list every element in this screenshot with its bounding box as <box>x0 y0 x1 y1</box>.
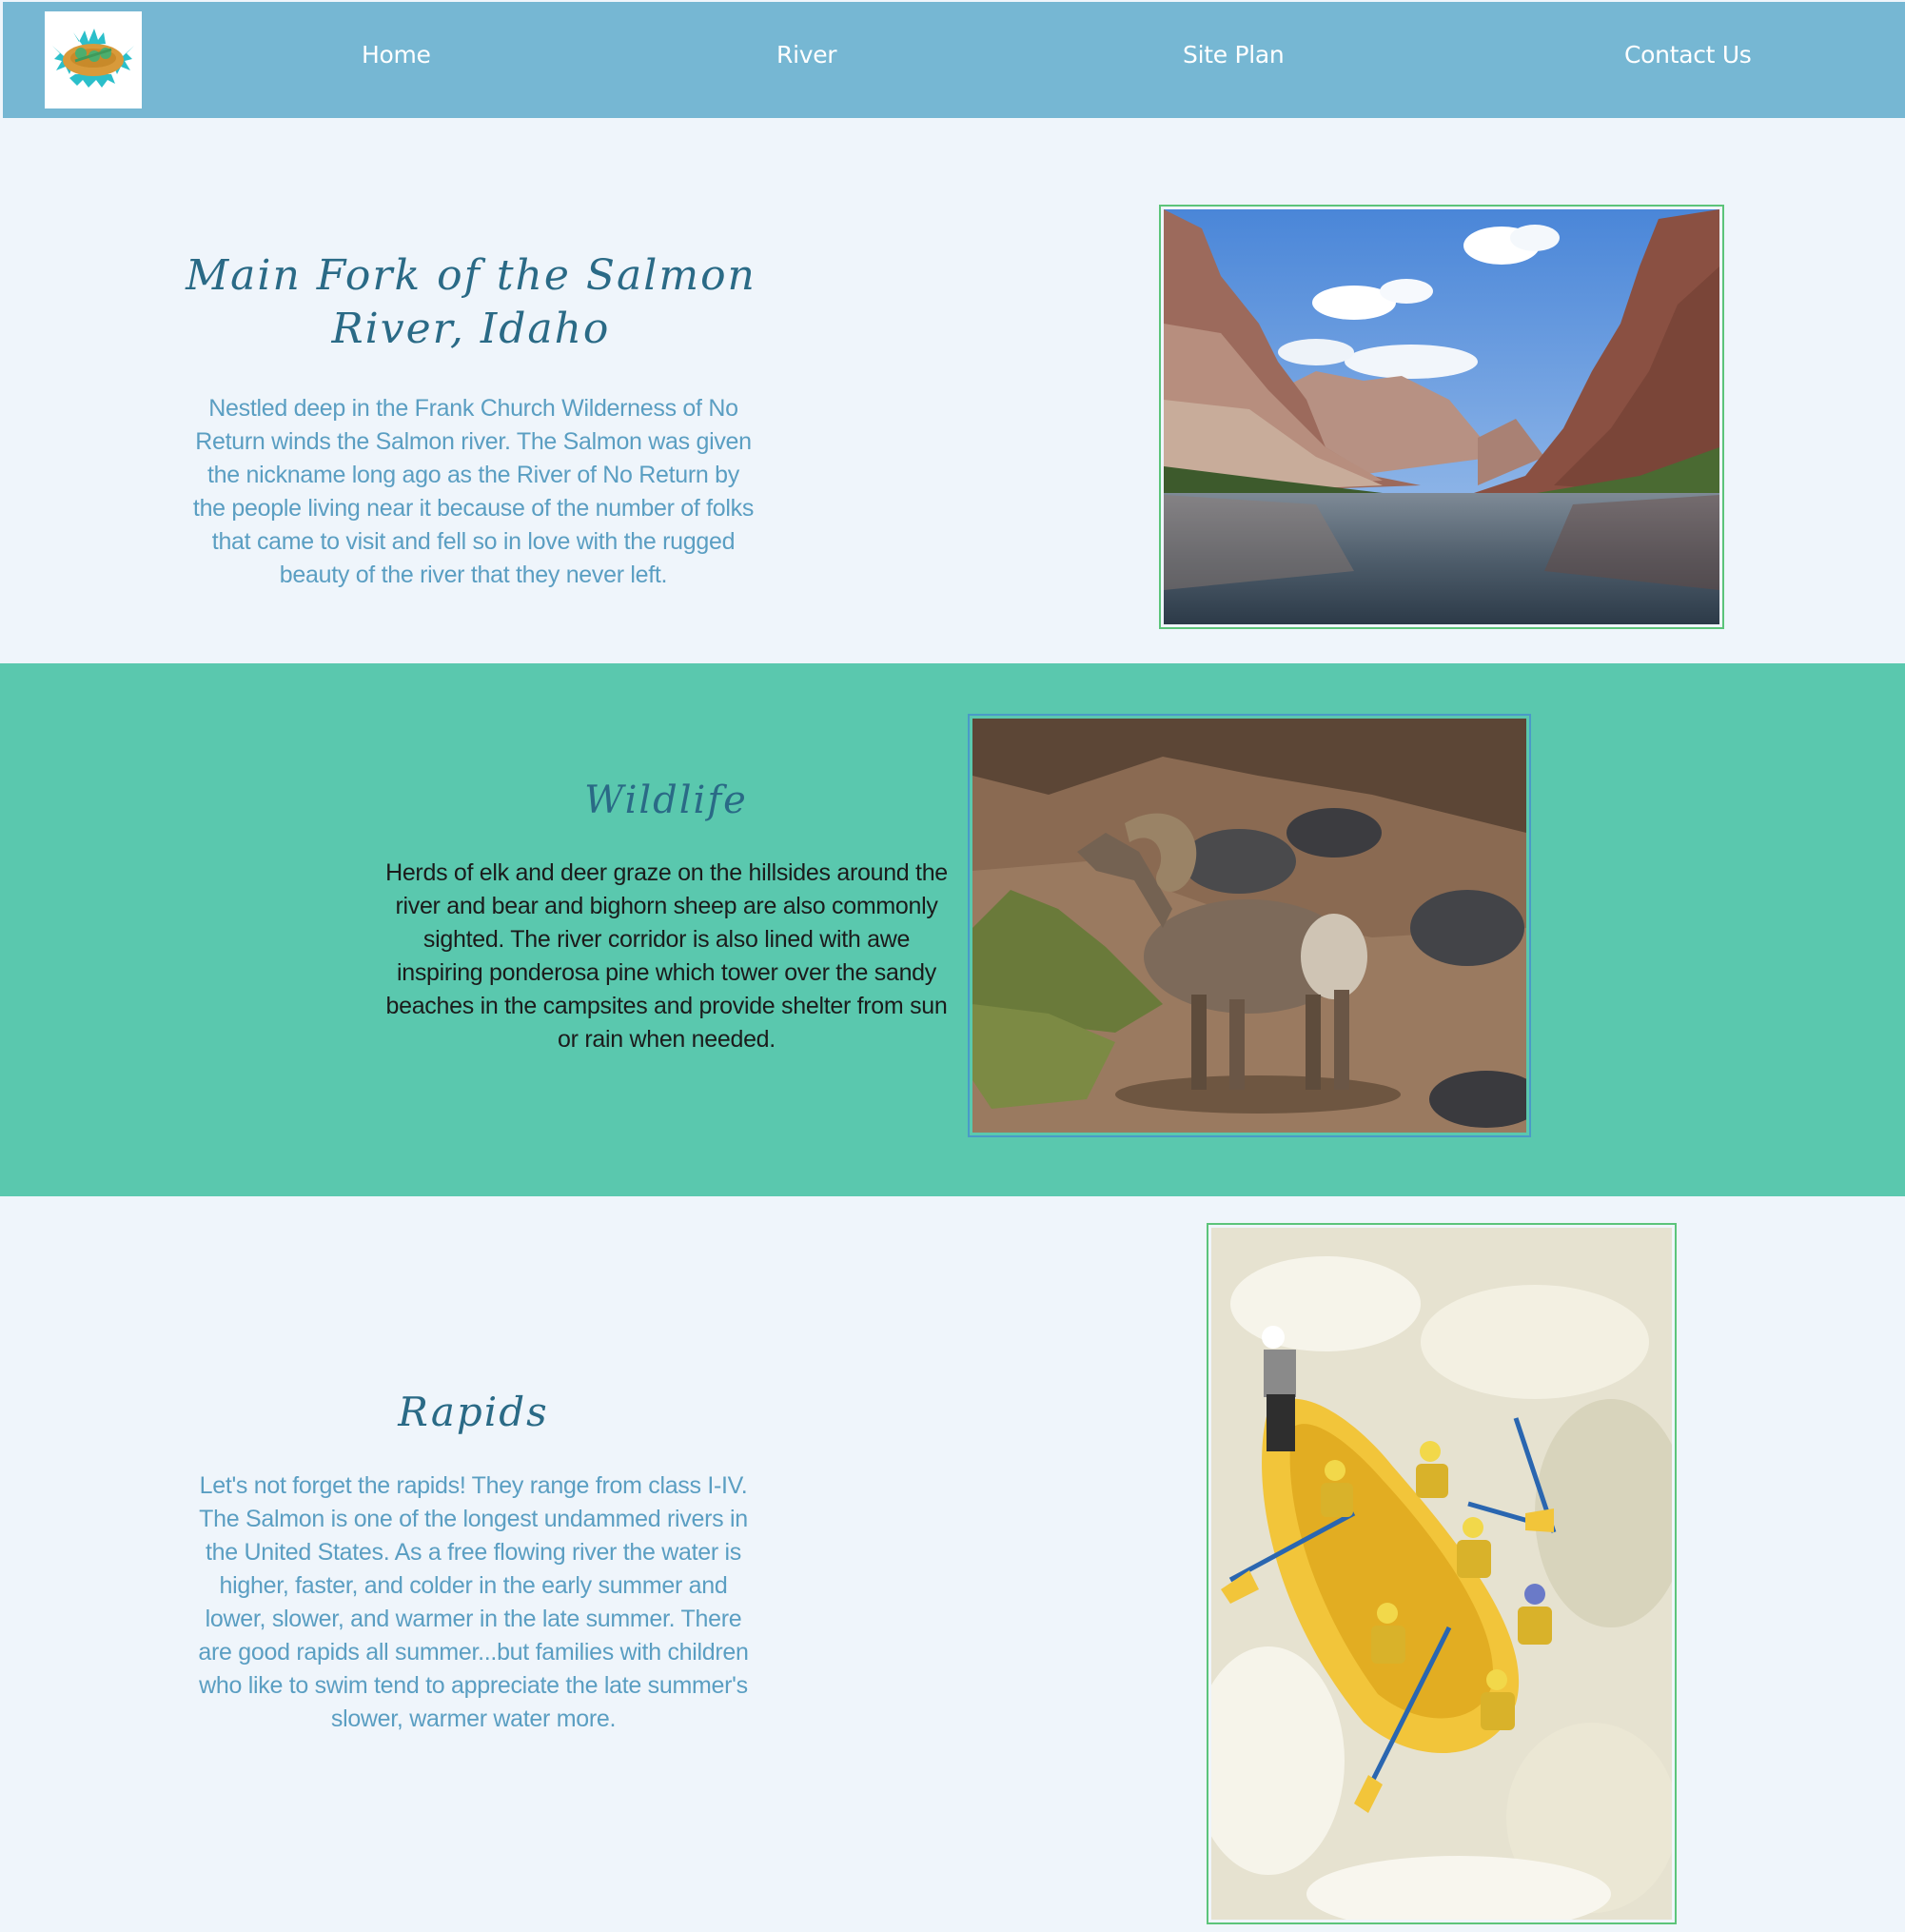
canyon-river-photo <box>1159 205 1724 629</box>
nav-river-link[interactable]: River <box>776 40 837 70</box>
main-fork-title: Main Fork of the Salmon River, Idaho <box>186 249 756 356</box>
nav-home-link[interactable]: Home <box>362 40 431 70</box>
main-fork-title-line1: Main Fork of the Salmon <box>186 251 756 300</box>
wildlife-section <box>0 663 1905 1196</box>
wildlife-title: Wildlife <box>584 779 748 822</box>
nav-contact-us-link[interactable]: Contact Us <box>1624 40 1752 70</box>
rafting-logo-icon <box>52 29 134 88</box>
site-header: Home River Site Plan Contact Us <box>3 2 1905 118</box>
logo-link[interactable] <box>45 11 142 108</box>
main-fork-title-line2: River, Idaho <box>331 305 611 353</box>
rapids-description: Let's not forget the rapids! They range … <box>198 1472 749 1732</box>
bighorn-sheep-photo <box>968 714 1531 1137</box>
main-fork-description: Nestled deep in the Frank Church Wildern… <box>192 395 755 588</box>
whitewater-raft-photo <box>1207 1223 1677 1924</box>
nav-site-plan-link[interactable]: Site Plan <box>1183 40 1285 70</box>
rapids-title: Rapids <box>398 1389 549 1435</box>
wildlife-description: Herds of elk and deer graze on the hills… <box>385 859 948 1053</box>
